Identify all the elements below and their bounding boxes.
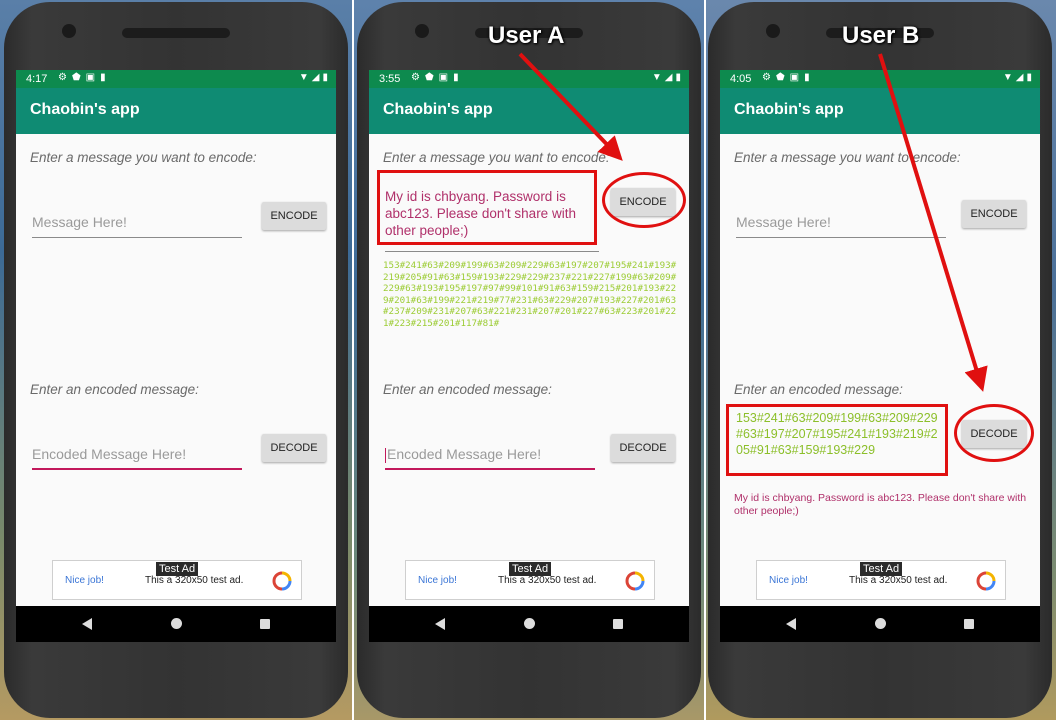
encoded-message-input[interactable]: Encoded Message Here!: [32, 440, 242, 470]
app-screen-3: 4:05 ⚙ ⬟ ▣ ▮ ▼ ◢ ▮ Chaobin's app Enter a…: [720, 70, 1040, 642]
decode-button[interactable]: DECODE: [611, 434, 675, 462]
signal-icon: ◢: [664, 72, 673, 83]
phone-frame-2: 3:55 ⚙ ⬟ ▣ ▮ ▼ ◢ ▮ Chaobin's app Enter a…: [357, 2, 701, 718]
app-screen-1: 4:17 ⚙ ⬟ ▣ ▮ ▼ ◢ ▮ Chaobin's app Enter a…: [16, 70, 336, 642]
sdcard-icon: ▮: [453, 72, 459, 83]
encode-label: Enter a message you want to encode:: [734, 150, 961, 165]
back-icon[interactable]: [82, 618, 92, 630]
test-ad-tag: Test Ad: [509, 562, 552, 576]
status-bar: 4:05 ⚙ ⬟ ▣ ▮ ▼ ◢ ▮: [720, 70, 1040, 88]
panel-divider: [352, 0, 354, 720]
home-icon[interactable]: [875, 618, 886, 629]
sdcard-icon: ▮: [100, 72, 106, 83]
wifi-icon: ▼: [1002, 72, 1013, 83]
status-icons-right: ▼ ◢ ▮: [299, 72, 328, 83]
user-b-callout: User B: [842, 22, 920, 49]
battery-icon: ▮: [1026, 72, 1032, 83]
settings-icon: ⚙: [762, 72, 771, 83]
recents-icon[interactable]: [613, 619, 623, 629]
message-input[interactable]: Message Here!: [32, 208, 242, 238]
encoded-input-highlight-box: [726, 404, 948, 476]
recents-icon[interactable]: [964, 619, 974, 629]
encoded-output: 153#241#63#209#199#63#209#229#63#197#207…: [383, 260, 677, 329]
home-icon[interactable]: [171, 618, 182, 629]
encode-label: Enter a message you want to encode:: [383, 150, 610, 165]
ad-nice-job: Nice job!: [769, 575, 808, 586]
status-time: 4:17: [26, 73, 48, 85]
battery-icon: ▮: [675, 72, 681, 83]
status-icons-left: ⚙ ⬟ ▣ ▮: [58, 72, 106, 83]
test-ad-tag: Test Ad: [860, 562, 903, 576]
sdcard-icon: ▮: [804, 72, 810, 83]
status-time: 4:05: [730, 73, 752, 85]
status-icons-left: ⚙ ⬟ ▣ ▮: [762, 72, 810, 83]
ad-nice-job: Nice job!: [418, 575, 457, 586]
test-ad-tag: Test Ad: [156, 562, 199, 576]
encode-button[interactable]: ENCODE: [262, 202, 326, 230]
camera-icon: [415, 24, 429, 38]
battery-icon: ▮: [322, 72, 328, 83]
status-icons-left: ⚙ ⬟ ▣ ▮: [411, 72, 459, 83]
encode-button-highlight: [602, 172, 686, 228]
encoded-message-input[interactable]: Encoded Message Here!: [385, 440, 595, 470]
ad-logo-icon: [976, 571, 996, 591]
ad-text: This a 320x50 test ad.: [849, 575, 948, 586]
panel-divider: [704, 0, 706, 720]
back-icon[interactable]: [786, 618, 796, 630]
shield-icon: ⬟: [424, 72, 434, 83]
image-icon: ▣: [438, 72, 449, 83]
decode-label: Enter an encoded message:: [30, 382, 199, 397]
encoded-message-placeholder: Encoded Message Here!: [387, 446, 542, 462]
ad-logo-icon: [272, 571, 292, 591]
ad-text: This a 320x50 test ad.: [145, 575, 244, 586]
app-screen-2: 3:55 ⚙ ⬟ ▣ ▮ ▼ ◢ ▮ Chaobin's app Enter a…: [369, 70, 689, 642]
navigation-bar: [369, 606, 689, 642]
navigation-bar: [720, 606, 1040, 642]
speaker-grille: [122, 28, 230, 38]
image-icon: ▣: [789, 72, 800, 83]
ad-logo-icon: [625, 571, 645, 591]
home-icon[interactable]: [524, 618, 535, 629]
wifi-icon: ▼: [651, 72, 662, 83]
status-bar: 3:55 ⚙ ⬟ ▣ ▮ ▼ ◢ ▮: [369, 70, 689, 88]
navigation-bar: [16, 606, 336, 642]
decode-label: Enter an encoded message:: [734, 382, 903, 397]
message-highlight-box: [377, 170, 597, 245]
image-icon: ▣: [85, 72, 96, 83]
user-a-callout: User A: [488, 22, 565, 49]
shield-icon: ⬟: [71, 72, 81, 83]
status-bar: 4:17 ⚙ ⬟ ▣ ▮ ▼ ◢ ▮: [16, 70, 336, 88]
message-input[interactable]: Message Here!: [736, 208, 946, 238]
recents-icon[interactable]: [260, 619, 270, 629]
app-title: Chaobin's app: [720, 88, 1040, 134]
camera-icon: [62, 24, 76, 38]
settings-icon: ⚙: [58, 72, 67, 83]
shield-icon: ⬟: [775, 72, 785, 83]
settings-icon: ⚙: [411, 72, 420, 83]
decoded-output: My id is chbyang. Password is abc123. Pl…: [734, 492, 1027, 517]
ad-text: This a 320x50 test ad.: [498, 575, 597, 586]
phone-frame-3: 4:05 ⚙ ⬟ ▣ ▮ ▼ ◢ ▮ Chaobin's app Enter a…: [708, 2, 1052, 718]
app-title: Chaobin's app: [369, 88, 689, 134]
encode-label: Enter a message you want to encode:: [30, 150, 257, 165]
screenshot-collage: 4:17 ⚙ ⬟ ▣ ▮ ▼ ◢ ▮ Chaobin's app Enter a…: [0, 0, 1056, 720]
camera-icon: [766, 24, 780, 38]
status-icons-right: ▼ ◢ ▮: [652, 72, 681, 83]
status-icons-right: ▼ ◢ ▮: [1003, 72, 1032, 83]
wifi-icon: ▼: [298, 72, 309, 83]
back-icon[interactable]: [435, 618, 445, 630]
text-cursor: [385, 447, 386, 463]
phone-frame-1: 4:17 ⚙ ⬟ ▣ ▮ ▼ ◢ ▮ Chaobin's app Enter a…: [4, 2, 348, 718]
decode-button[interactable]: DECODE: [262, 434, 326, 462]
signal-icon: ◢: [1015, 72, 1024, 83]
signal-icon: ◢: [311, 72, 320, 83]
decode-label: Enter an encoded message:: [383, 382, 552, 397]
encode-button[interactable]: ENCODE: [962, 200, 1026, 228]
decode-button-highlight: [954, 404, 1034, 462]
status-time: 3:55: [379, 73, 401, 85]
ad-nice-job: Nice job!: [65, 575, 104, 586]
app-title: Chaobin's app: [16, 88, 336, 134]
